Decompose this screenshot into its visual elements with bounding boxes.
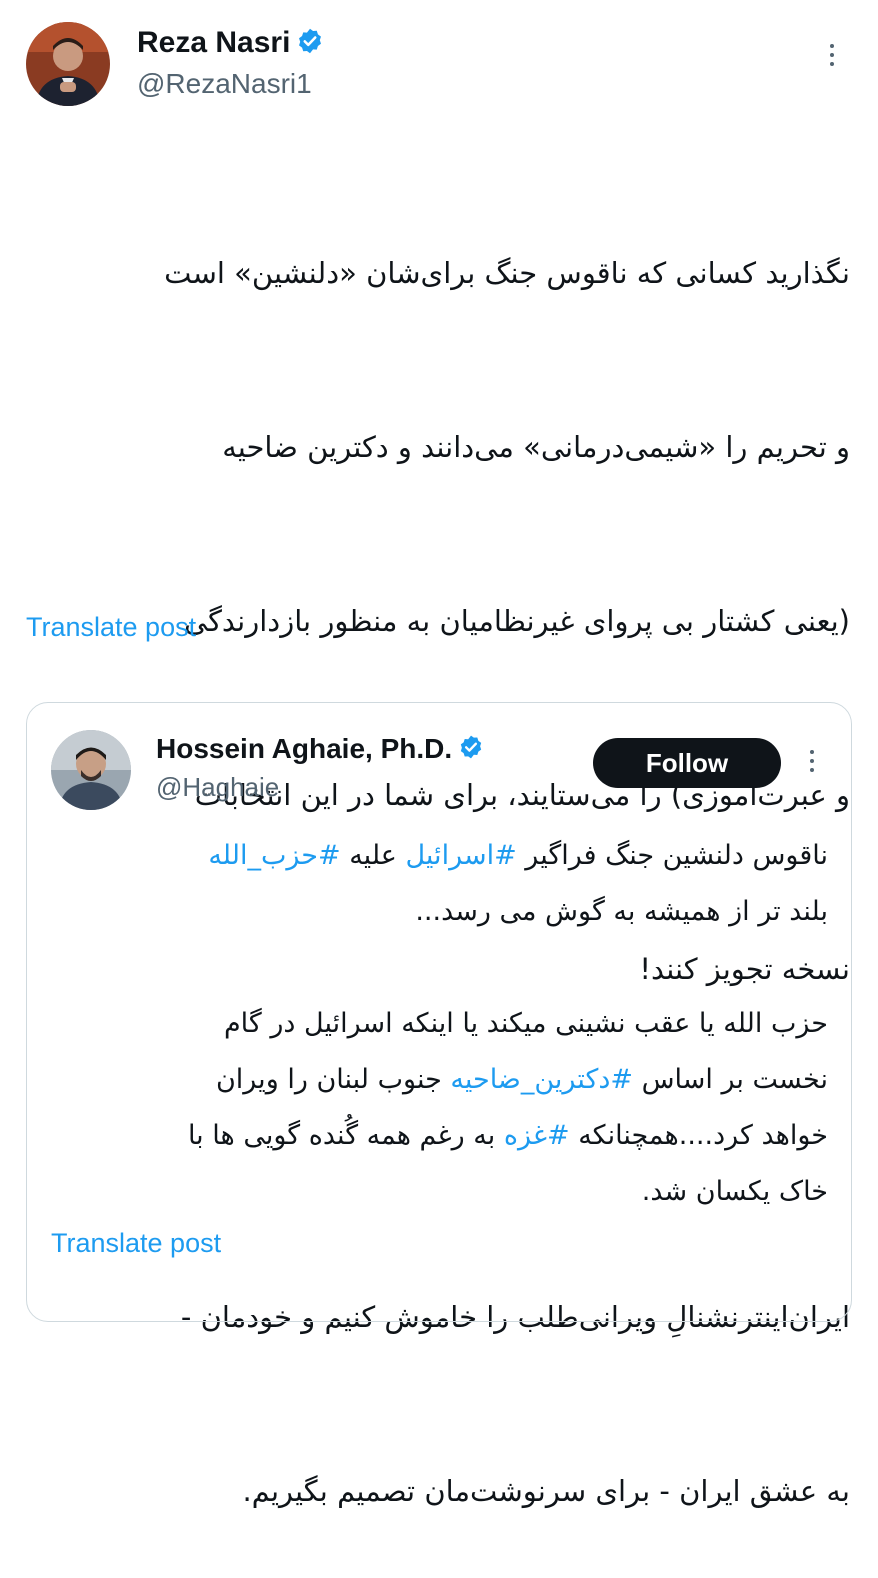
quoted-post-line: حزب الله یا عقب نشینی میکند یا اینکه اسر… — [48, 996, 828, 1052]
translate-post-link[interactable]: Translate post — [26, 612, 196, 643]
quoted-post-text-segment: بلند تر از همیشه به گوش می رسد... — [415, 896, 828, 927]
quoted-post-line: ناقوس دلنشین جنگ فراگیر #اسرائیل علیه #ح… — [48, 828, 828, 884]
follow-button[interactable]: Follow — [593, 738, 781, 788]
avatar[interactable] — [26, 22, 110, 106]
hashtag-link[interactable]: #حزب_الله — [208, 840, 340, 871]
hashtag-link[interactable]: #دکترین_ضاحیه — [450, 1064, 633, 1095]
quoted-post-text-segment: خواهد کرد....همچنانکه — [569, 1120, 828, 1151]
quoted-author-handle[interactable]: @Haghaie — [156, 772, 279, 803]
hashtag-link[interactable]: #غزه — [504, 1120, 570, 1151]
person-avatar-icon — [51, 730, 131, 810]
more-vertical-icon[interactable] — [830, 44, 834, 66]
main-post-line: به عشق ایران - برای سرنوشت‌مان تصمیم بگی… — [242, 1474, 850, 1508]
main-post-line: و تحریم را «شیمی‌درمانی» می‌دانند و دکتر… — [222, 430, 850, 464]
quoted-post-text-segment: جنوب لبنان را ویران — [215, 1064, 451, 1095]
quoted-post-text-segment: به رغم همه گُنده گویی ها با — [187, 1120, 504, 1151]
author-handle[interactable]: @RezaNasri1 — [137, 68, 312, 100]
quoted-post-text-segment: حزب الله یا عقب نشینی میکند یا اینکه اسر… — [223, 1008, 828, 1039]
verified-badge-icon — [296, 27, 324, 59]
quoted-post-line: خاک یکسان شد. — [48, 1164, 828, 1220]
quoted-post-text-segment: نخست بر اساس — [632, 1064, 828, 1095]
quoted-post-line: بلند تر از همیشه به گوش می رسد... — [48, 884, 828, 940]
quoted-avatar[interactable] — [51, 730, 131, 810]
quoted-post-text-segment: ناقوس دلنشین جنگ فراگیر — [516, 840, 828, 871]
quoted-post-line — [48, 940, 828, 996]
main-post-line: نگذارید کسانی که ناقوس جنگ برای‌شان «دلن… — [164, 256, 850, 290]
verified-badge-icon — [458, 734, 484, 764]
quoted-post-text-segment: خاک یکسان شد. — [641, 1176, 828, 1207]
author-display-name[interactable]: Reza Nasri — [137, 26, 290, 60]
quoted-author-name-row: Hossein Aghaie, Ph.D. — [156, 733, 484, 765]
hashtag-link[interactable]: #اسرائیل — [405, 840, 516, 871]
author-name-row: Reza Nasri — [137, 26, 324, 60]
quoted-post-text-segment: علیه — [340, 840, 406, 871]
quoted-post-text: ناقوس دلنشین جنگ فراگیر #اسرائیل علیه #ح… — [48, 828, 828, 1220]
more-vertical-icon[interactable] — [810, 750, 814, 772]
translate-post-link[interactable]: Translate post — [51, 1228, 221, 1259]
person-avatar-icon — [26, 22, 110, 106]
quoted-author-display-name[interactable]: Hossein Aghaie, Ph.D. — [156, 733, 452, 765]
quoted-post-line: نخست بر اساس #دکترین_ضاحیه جنوب لبنان را… — [48, 1052, 828, 1108]
quoted-post-line: خواهد کرد....همچنانکه #غزه به رغم همه گُ… — [48, 1108, 828, 1164]
